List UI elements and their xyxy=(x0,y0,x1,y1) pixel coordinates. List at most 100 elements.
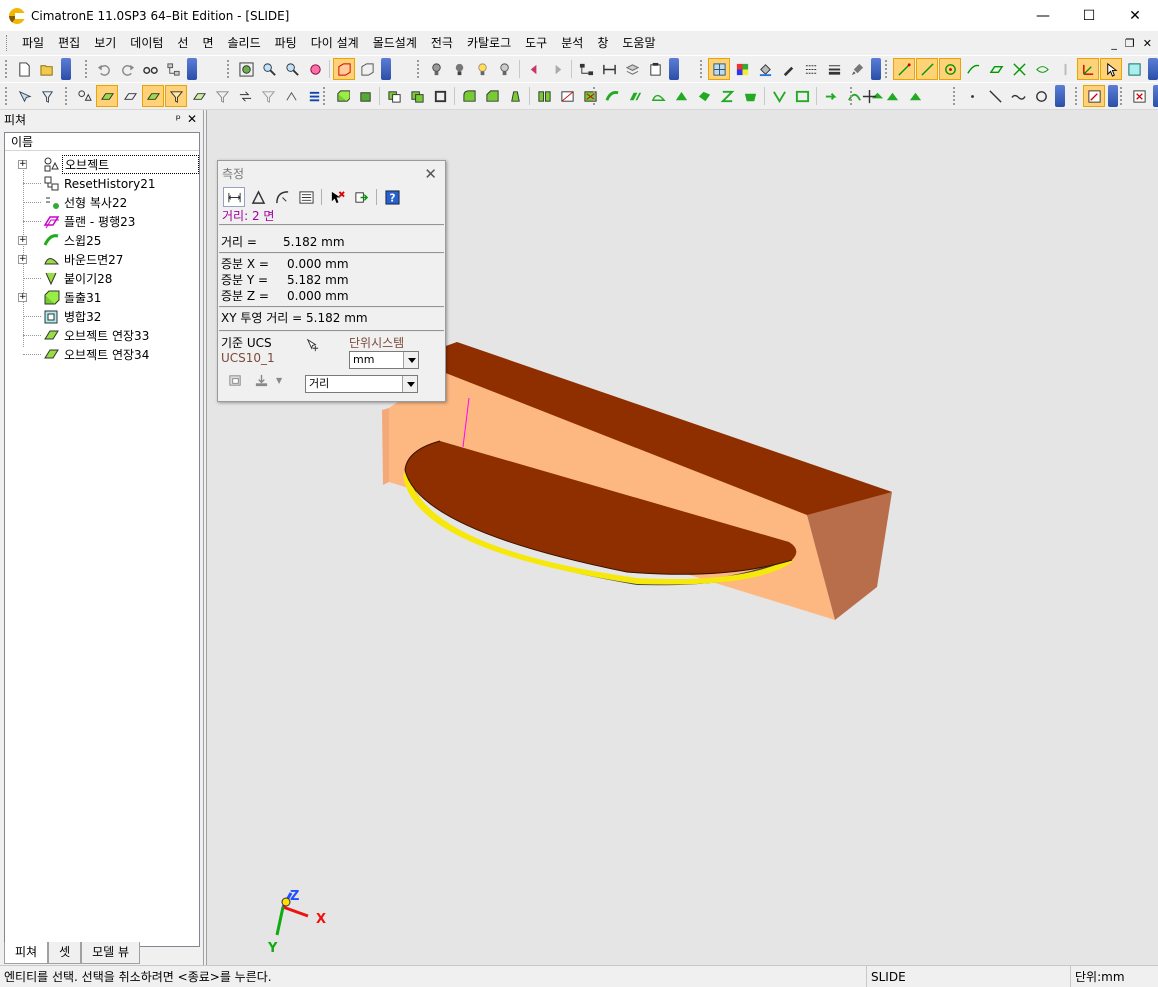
arrow-select-icon[interactable] xyxy=(234,85,256,107)
zoom-icon[interactable] xyxy=(281,58,303,80)
toolbar-grip[interactable] xyxy=(5,87,9,105)
expand-icon[interactable]: + xyxy=(18,255,27,264)
menu-edit[interactable]: 편집 xyxy=(51,33,87,53)
menu-grip[interactable] xyxy=(6,35,9,51)
offset-surface-icon[interactable] xyxy=(693,85,715,107)
measure-close-button[interactable]: ✕ xyxy=(424,165,437,183)
menu-file[interactable]: 파일 xyxy=(15,33,51,53)
bulb-yellow-icon[interactable] xyxy=(471,58,493,80)
toolbar-grip[interactable] xyxy=(323,87,327,105)
spline-icon[interactable] xyxy=(1007,85,1029,107)
model-left-face[interactable] xyxy=(382,408,389,485)
menu-solid[interactable]: 솔리드 xyxy=(221,33,268,53)
menu-window[interactable]: 창 xyxy=(590,33,615,53)
angle-measure-icon[interactable] xyxy=(247,187,269,207)
tab-model-view[interactable]: 모델 뷰 xyxy=(81,942,141,964)
menu-view[interactable]: 보기 xyxy=(87,33,123,53)
patch-icon[interactable] xyxy=(739,85,761,107)
bulb-icon[interactable] xyxy=(448,58,470,80)
layer-icon[interactable] xyxy=(621,58,643,80)
new-file-icon[interactable] xyxy=(13,58,35,80)
intersect-icon[interactable] xyxy=(1008,58,1030,80)
edge-select-icon[interactable] xyxy=(119,85,141,107)
boolean-remove-icon[interactable] xyxy=(406,85,428,107)
bounded-surface-icon[interactable] xyxy=(647,85,669,107)
toolbar-grip[interactable] xyxy=(953,87,957,105)
toolbar-grip[interactable] xyxy=(85,60,89,78)
toolbar-chevron[interactable] xyxy=(1153,85,1158,107)
tree-item[interactable]: 오브젝트 연장33 xyxy=(5,326,199,345)
filter-face-icon[interactable] xyxy=(211,85,233,107)
menu-mold-design[interactable]: 몰드설계 xyxy=(366,33,424,53)
mdi-close-button[interactable]: ✕ xyxy=(1143,37,1152,50)
grid-display-icon[interactable] xyxy=(708,58,730,80)
menu-datum[interactable]: 데이텀 xyxy=(123,33,170,53)
menu-electrode[interactable]: 전극 xyxy=(424,33,460,53)
close-panel-icon[interactable]: ✕ xyxy=(187,112,197,126)
toolbar-grip[interactable] xyxy=(65,87,69,105)
line-weight-icon[interactable] xyxy=(823,58,845,80)
distance-measure-icon[interactable] xyxy=(223,187,245,207)
pen-icon[interactable] xyxy=(777,58,799,80)
color-palette-icon[interactable] xyxy=(731,58,753,80)
toolbar-chevron[interactable] xyxy=(381,58,391,80)
tree-item[interactable]: 선형 복사22 xyxy=(5,193,199,212)
toolbar-chevron[interactable] xyxy=(187,58,197,80)
measure-tool-icon[interactable] xyxy=(598,58,620,80)
toolbar-grip[interactable] xyxy=(700,60,704,78)
radius-measure-icon[interactable] xyxy=(271,187,293,207)
toolbar-grip[interactable] xyxy=(593,87,597,105)
face-chain-icon[interactable] xyxy=(188,85,210,107)
menu-tools[interactable]: 도구 xyxy=(518,33,554,53)
transform-icon[interactable] xyxy=(881,85,903,107)
export-icon[interactable] xyxy=(350,187,372,207)
select-filter-icon[interactable] xyxy=(13,85,35,107)
toolbar-grip[interactable] xyxy=(885,60,889,78)
bulb-group-icon[interactable] xyxy=(494,58,516,80)
toolbar-chevron[interactable] xyxy=(1148,58,1158,80)
menu-die-design[interactable]: 다이 설계 xyxy=(304,33,366,53)
mirror-icon[interactable] xyxy=(904,85,926,107)
tree-column-header[interactable]: 이름 xyxy=(5,133,199,151)
tab-features[interactable]: 피쳐 xyxy=(4,942,49,964)
move-icon[interactable] xyxy=(858,85,880,107)
select-arrow-icon[interactable] xyxy=(1100,58,1122,80)
shaded-view-icon[interactable] xyxy=(333,58,355,80)
undo-icon[interactable] xyxy=(93,58,115,80)
tree-item[interactable]: + 돌출31 xyxy=(5,288,199,307)
filter-edge-icon[interactable] xyxy=(257,85,279,107)
expand-icon[interactable]: + xyxy=(18,293,27,302)
boolean-add-icon[interactable] xyxy=(383,85,405,107)
pin-icon[interactable] xyxy=(1054,58,1076,80)
minimize-button[interactable]: — xyxy=(1020,0,1066,31)
toolbar-grip[interactable] xyxy=(1075,87,1079,105)
toolbar-chevron[interactable] xyxy=(61,58,71,80)
tab-sets[interactable]: 셋 xyxy=(48,942,82,964)
maximize-button[interactable]: ☐ xyxy=(1066,0,1112,31)
toolbar-grip[interactable] xyxy=(227,60,231,78)
chain-icon[interactable] xyxy=(280,85,302,107)
draft-icon[interactable] xyxy=(504,85,526,107)
toolbar-grip[interactable] xyxy=(1120,87,1124,105)
list-measure-icon[interactable] xyxy=(295,187,317,207)
tree-item[interactable]: 오브젝트 연장34 xyxy=(5,345,199,364)
measure-dialog-titlebar[interactable]: 측정 ✕ xyxy=(218,161,445,186)
cut-icon[interactable] xyxy=(556,85,578,107)
menu-help[interactable]: 도움말 xyxy=(615,33,662,53)
clear-selection-icon[interactable] xyxy=(326,187,348,207)
extend-icon[interactable] xyxy=(820,85,842,107)
loft-icon[interactable] xyxy=(624,85,646,107)
mdi-restore-button[interactable]: ❐ xyxy=(1125,37,1135,50)
clipboard-icon[interactable] xyxy=(644,58,666,80)
chevron-down-icon[interactable]: ▼ xyxy=(276,376,282,385)
feature-tree[interactable]: 이름 + 오브젝트 ResetHistory21 선형 복사22 플랜 - 평행23 + 스… xyxy=(4,132,200,947)
face-select-icon[interactable] xyxy=(96,85,118,107)
chevron-down-icon[interactable] xyxy=(402,376,417,392)
circle-icon[interactable] xyxy=(1030,85,1052,107)
point-filter-icon[interactable] xyxy=(893,58,915,80)
window-select-icon[interactable] xyxy=(1123,58,1145,80)
pick-ucs-icon[interactable] xyxy=(305,337,320,352)
tree-item[interactable]: + 바운드면27 xyxy=(5,250,199,269)
sweep-surface-icon[interactable] xyxy=(601,85,623,107)
rotate-view-icon[interactable] xyxy=(304,58,326,80)
